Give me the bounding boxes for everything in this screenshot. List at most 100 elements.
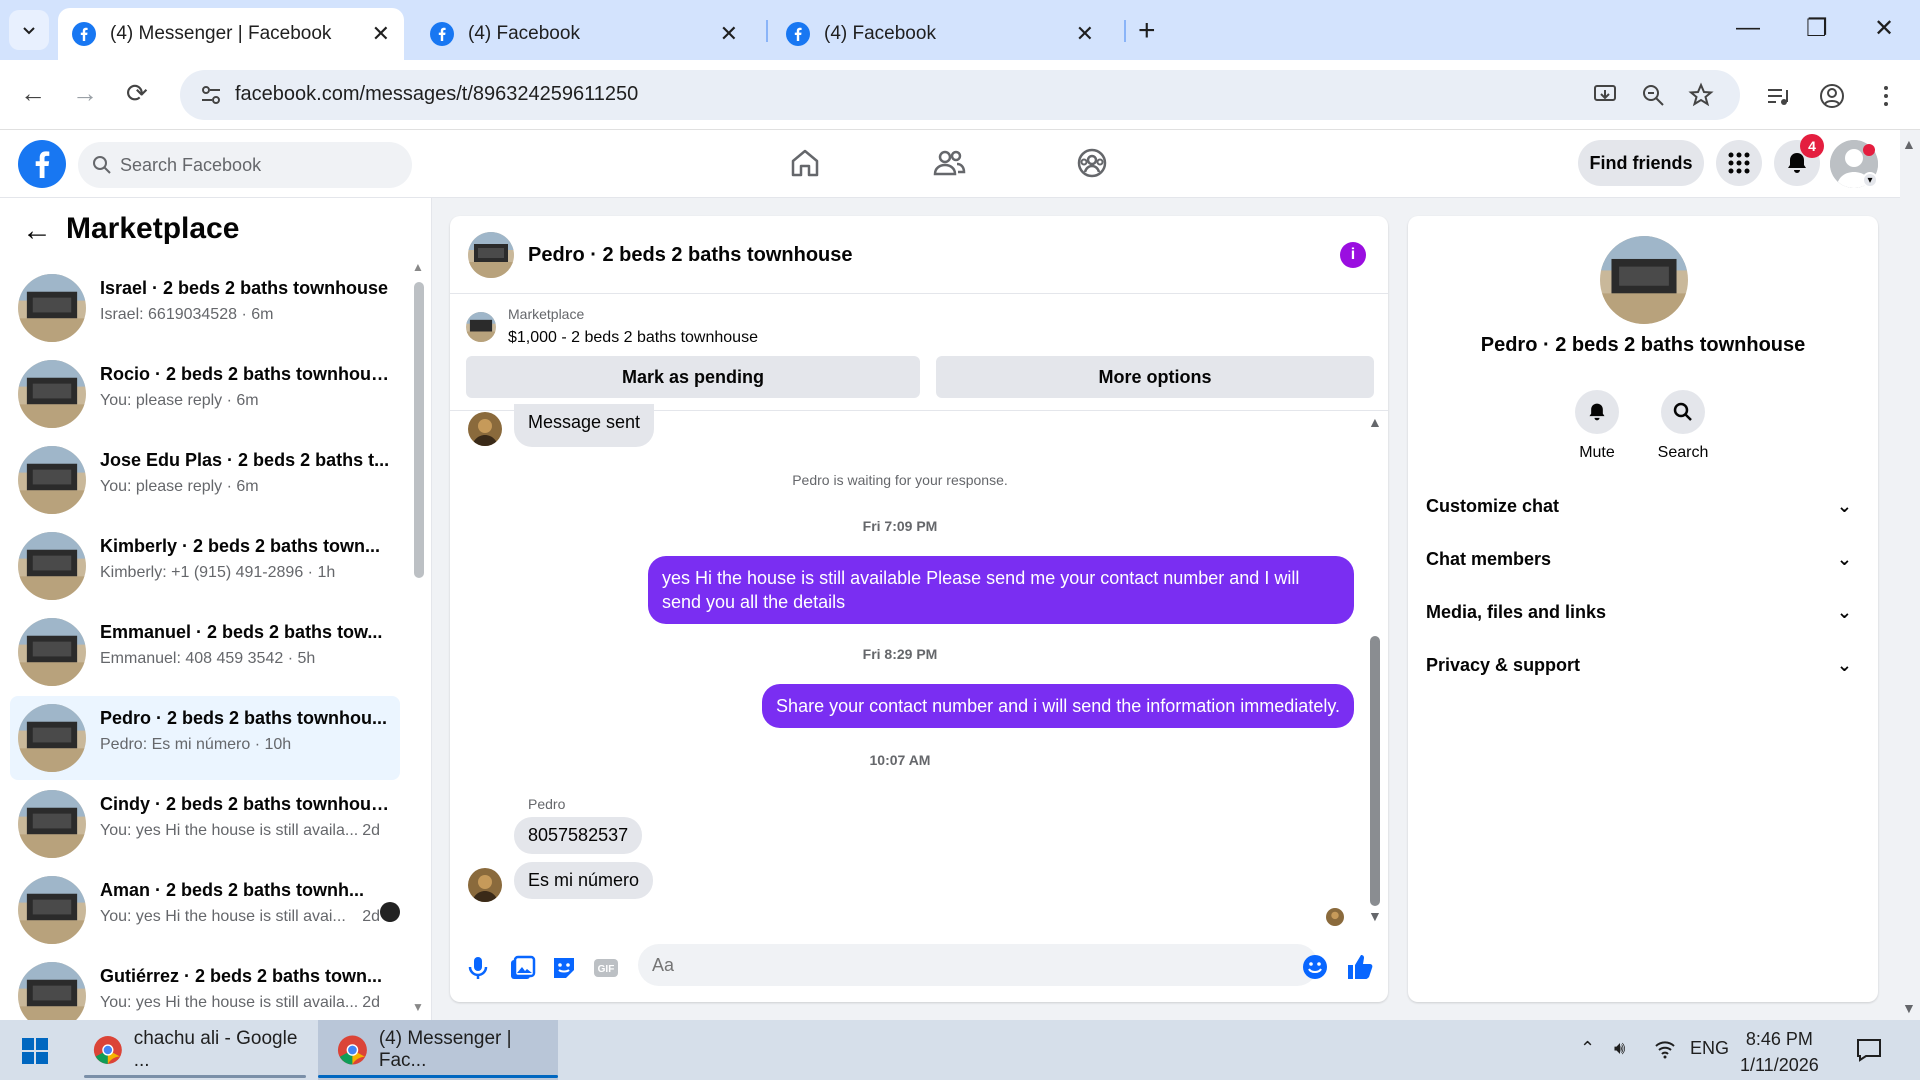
sender-name: Pedro bbox=[528, 796, 566, 812]
media-control-icon[interactable] bbox=[1764, 82, 1792, 110]
chat-title[interactable]: Pedro · 2 beds 2 baths townhouse bbox=[528, 244, 853, 267]
facebook-logo-icon[interactable] bbox=[18, 140, 66, 188]
received-message-bubble[interactable]: 8057582537 bbox=[514, 817, 643, 854]
facebook-search[interactable]: Search Facebook bbox=[78, 142, 412, 188]
notification-center-icon[interactable] bbox=[1856, 1038, 1882, 1062]
gif-icon[interactable]: GIF bbox=[592, 954, 620, 982]
tray-expand-icon[interactable]: ⌃ bbox=[1580, 1038, 1595, 1059]
close-icon[interactable]: ✕ bbox=[1076, 21, 1094, 47]
close-icon[interactable]: ✕ bbox=[372, 21, 390, 47]
search-chat-button[interactable]: Search bbox=[1638, 390, 1728, 462]
wifi-icon[interactable] bbox=[1654, 1038, 1676, 1065]
close-icon[interactable]: ✕ bbox=[720, 21, 738, 47]
back-arrow-icon[interactable]: ← bbox=[22, 214, 52, 248]
volume-icon[interactable]: 🔊︎ bbox=[1614, 1038, 1625, 1059]
menu-button[interactable] bbox=[1716, 140, 1762, 186]
page-scroll-down-icon[interactable]: ▼ bbox=[1902, 1000, 1916, 1016]
listing-thumbnail bbox=[18, 618, 86, 686]
microphone-icon[interactable] bbox=[464, 954, 492, 982]
pedro-avatar[interactable] bbox=[468, 868, 502, 902]
system-clock[interactable]: 8:46 PM 1/11/2026 bbox=[1740, 1026, 1819, 1078]
mute-button[interactable]: Mute bbox=[1552, 390, 1642, 462]
photo-icon[interactable] bbox=[508, 954, 536, 982]
house-photo-icon bbox=[18, 704, 86, 772]
groups-icon[interactable] bbox=[1075, 146, 1109, 180]
chat-panel: Pedro · 2 beds 2 baths townhouse i Marke… bbox=[450, 216, 1388, 1002]
chat-members-section[interactable]: Chat members ⌄ bbox=[1426, 539, 1866, 579]
conversation-name: Emmanuel · 2 beds 2 baths tow... bbox=[100, 622, 383, 642]
new-tab-button[interactable]: + bbox=[1138, 14, 1156, 48]
more-options-button[interactable]: More options bbox=[936, 356, 1374, 398]
site-settings-icon[interactable] bbox=[198, 82, 224, 108]
media-files-links-section[interactable]: Media, files and links ⌄ bbox=[1426, 592, 1866, 632]
user-avatar-icon bbox=[468, 412, 502, 446]
conversation-name: Gutiérrez · 2 beds 2 baths town... bbox=[100, 966, 383, 986]
chrome-icon bbox=[93, 1036, 122, 1064]
listing-thumbnail[interactable] bbox=[468, 232, 514, 278]
scroll-up-icon[interactable]: ▲ bbox=[412, 260, 424, 274]
listing-summary[interactable]: $1,000 - 2 beds 2 baths townhouse bbox=[508, 329, 758, 347]
conversation-item[interactable]: Jose Edu Plas · 2 beds 2 baths t... You: … bbox=[10, 438, 400, 522]
customize-chat-section[interactable]: Customize chat ⌄ bbox=[1426, 486, 1866, 526]
close-window-button[interactable]: ✕ bbox=[1874, 14, 1894, 43]
listing-thumbnail-small[interactable] bbox=[466, 312, 496, 342]
tab-facebook-2[interactable]: (4) Facebook ✕ bbox=[772, 8, 1108, 60]
conversation-item[interactable]: Emmanuel · 2 beds 2 baths tow... Emmanuel… bbox=[10, 610, 400, 694]
scroll-down-icon[interactable]: ▼ bbox=[412, 1000, 424, 1014]
scroll-up-icon[interactable]: ▲ bbox=[1368, 414, 1382, 430]
windows-start-icon[interactable] bbox=[22, 1038, 48, 1064]
emoji-icon[interactable] bbox=[1302, 954, 1328, 980]
received-message-bubble[interactable]: Es mi número bbox=[514, 862, 654, 899]
conversation-item[interactable]: Rocio · 2 beds 2 baths townhouse You: ple… bbox=[10, 352, 400, 436]
clock-time: 8:46 PM bbox=[1745, 1029, 1813, 1049]
chat-scrollbar[interactable] bbox=[1370, 636, 1380, 906]
privacy-support-section[interactable]: Privacy & support ⌄ bbox=[1426, 645, 1866, 685]
omnibox[interactable]: facebook.com/messages/t/896324259611250 bbox=[180, 70, 1740, 120]
sidebar-scrollbar[interactable] bbox=[414, 282, 424, 578]
install-app-icon[interactable] bbox=[1592, 82, 1618, 108]
tab-messenger[interactable]: (4) Messenger | Facebook ✕ bbox=[58, 8, 404, 60]
message-bubble[interactable]: Message sent bbox=[514, 404, 655, 447]
wifi-icon bbox=[1655, 1041, 1675, 1059]
zoom-icon[interactable] bbox=[1640, 82, 1666, 108]
tab-facebook-1[interactable]: (4) Facebook ✕ bbox=[416, 8, 752, 60]
tab-title: (4) Facebook bbox=[824, 23, 936, 44]
thumbs-up-icon[interactable] bbox=[1345, 952, 1375, 982]
tab-search-button[interactable] bbox=[9, 10, 49, 50]
conversation-item[interactable]: Pedro · 2 beds 2 baths townhou... Pedro: … bbox=[10, 696, 400, 780]
conversation-item[interactable]: Kimberly · 2 beds 2 baths town... Kimberl… bbox=[10, 524, 400, 608]
conversation-preview: You: please reply · 6m bbox=[100, 478, 259, 495]
back-button[interactable]: ← bbox=[20, 78, 46, 109]
restore-button[interactable]: ❐ bbox=[1806, 14, 1828, 43]
mark-as-pending-button[interactable]: Mark as pending bbox=[466, 356, 920, 398]
search-label: Search bbox=[1657, 444, 1709, 461]
minimize-button[interactable]: — bbox=[1736, 14, 1760, 42]
info-icon[interactable]: i bbox=[1340, 242, 1366, 268]
url-text[interactable]: facebook.com/messages/t/896324259611250 bbox=[235, 83, 638, 106]
conversation-preview: Pedro: Es mi número · 10h bbox=[100, 736, 292, 753]
conversation-item[interactable]: Israel · 2 beds 2 baths townhouse Israel:… bbox=[10, 266, 400, 350]
language-indicator[interactable]: ENG bbox=[1690, 1038, 1729, 1059]
page-scroll-up-icon[interactable]: ▲ bbox=[1902, 136, 1916, 152]
browser-menu-icon[interactable] bbox=[1872, 82, 1900, 110]
listing-photo[interactable] bbox=[1600, 236, 1688, 324]
sent-message-bubble[interactable]: Share your contact number and i will sen… bbox=[762, 684, 1354, 728]
sticker-icon[interactable] bbox=[550, 954, 578, 982]
sent-message-bubble[interactable]: yes Hi the house is still available Plea… bbox=[648, 556, 1354, 624]
house-photo-icon bbox=[18, 532, 86, 600]
scroll-down-icon[interactable]: ▼ bbox=[1368, 908, 1382, 924]
friends-icon[interactable] bbox=[932, 146, 966, 180]
profile-icon[interactable] bbox=[1818, 82, 1846, 110]
pedro-avatar[interactable] bbox=[468, 412, 502, 446]
forward-button[interactable]: → bbox=[72, 78, 98, 109]
taskbar-chrome-window-1[interactable]: chachu ali - Google ... bbox=[84, 1020, 306, 1080]
home-icon[interactable] bbox=[788, 146, 822, 180]
message-input[interactable] bbox=[638, 944, 1318, 986]
taskbar-chrome-window-2[interactable]: (4) Messenger | Fac... bbox=[318, 1020, 558, 1080]
reload-button[interactable]: ⟳ bbox=[126, 78, 148, 109]
bookmark-star-icon[interactable] bbox=[1688, 82, 1714, 108]
chevron-down-icon[interactable]: ▾ bbox=[1862, 172, 1878, 188]
conversation-item[interactable]: Aman · 2 beds 2 baths townh... You: yes H… bbox=[10, 868, 400, 952]
find-friends-button[interactable]: Find friends bbox=[1578, 140, 1704, 186]
conversation-item[interactable]: Cindy · 2 beds 2 baths townhouse You: yes… bbox=[10, 782, 400, 866]
